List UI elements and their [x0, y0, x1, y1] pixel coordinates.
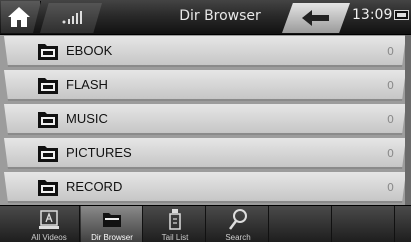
- folder-name: MUSIC: [66, 111, 108, 126]
- tab-dir-browser[interactable]: Dir Browser: [81, 206, 143, 242]
- video-icon: [39, 210, 59, 229]
- list-item[interactable]: MUSIC 0: [4, 104, 406, 135]
- list-item[interactable]: PICTURES 0: [4, 138, 406, 169]
- list-item[interactable]: RECORD 0: [4, 172, 406, 203]
- back-button[interactable]: [282, 3, 350, 33]
- folder-icon: [38, 146, 58, 162]
- scrollbar[interactable]: [405, 35, 411, 205]
- bottle-icon: [169, 209, 181, 230]
- tab-tail-list[interactable]: Tail List: [144, 206, 206, 242]
- folder-icon: [38, 78, 58, 94]
- item-count: 0: [387, 113, 394, 126]
- folder-name: EBOOK: [66, 43, 113, 58]
- folder-icon: [103, 213, 121, 227]
- tab-all-videos[interactable]: All Videos: [18, 206, 80, 242]
- clock: 13:09: [352, 7, 393, 23]
- folder-icon: [38, 44, 58, 60]
- tab-label: Dir Browser: [91, 233, 133, 242]
- page-title: Dir Browser: [179, 8, 261, 24]
- folder-list: EBOOK 0 FLASH 0 MUSIC 0 PICTURES 0 RECOR…: [0, 35, 411, 205]
- list-item[interactable]: EBOOK 0: [4, 36, 406, 67]
- item-count: 0: [387, 147, 394, 160]
- tab-search[interactable]: Search: [207, 206, 269, 242]
- folder-name: PICTURES: [66, 145, 132, 160]
- bottom-tab-bar: All Videos Dir Browser Tail List Search: [0, 205, 411, 242]
- tab-label: Tail List: [161, 233, 189, 242]
- item-count: 0: [387, 79, 394, 92]
- folder-name: FLASH: [66, 77, 108, 92]
- back-arrow-icon: [302, 10, 329, 26]
- item-count: 0: [387, 45, 394, 58]
- tab-label: Search: [225, 233, 251, 242]
- home-button[interactable]: [1, 1, 41, 33]
- item-count: 0: [387, 181, 394, 194]
- signal-icon: [62, 11, 82, 24]
- folder-name: RECORD: [66, 179, 123, 194]
- folder-icon: [38, 180, 58, 196]
- list-item[interactable]: FLASH 0: [4, 70, 406, 101]
- tab-label: All Videos: [31, 233, 67, 242]
- header-bar: Dir Browser 13:09: [0, 0, 411, 35]
- home-icon: [8, 7, 30, 27]
- tab-empty-2: [333, 206, 395, 242]
- search-icon: [229, 209, 247, 230]
- folder-icon: [38, 112, 58, 128]
- tab-empty-1: [270, 206, 332, 242]
- signal-button[interactable]: [40, 3, 102, 33]
- battery-icon: [394, 10, 409, 20]
